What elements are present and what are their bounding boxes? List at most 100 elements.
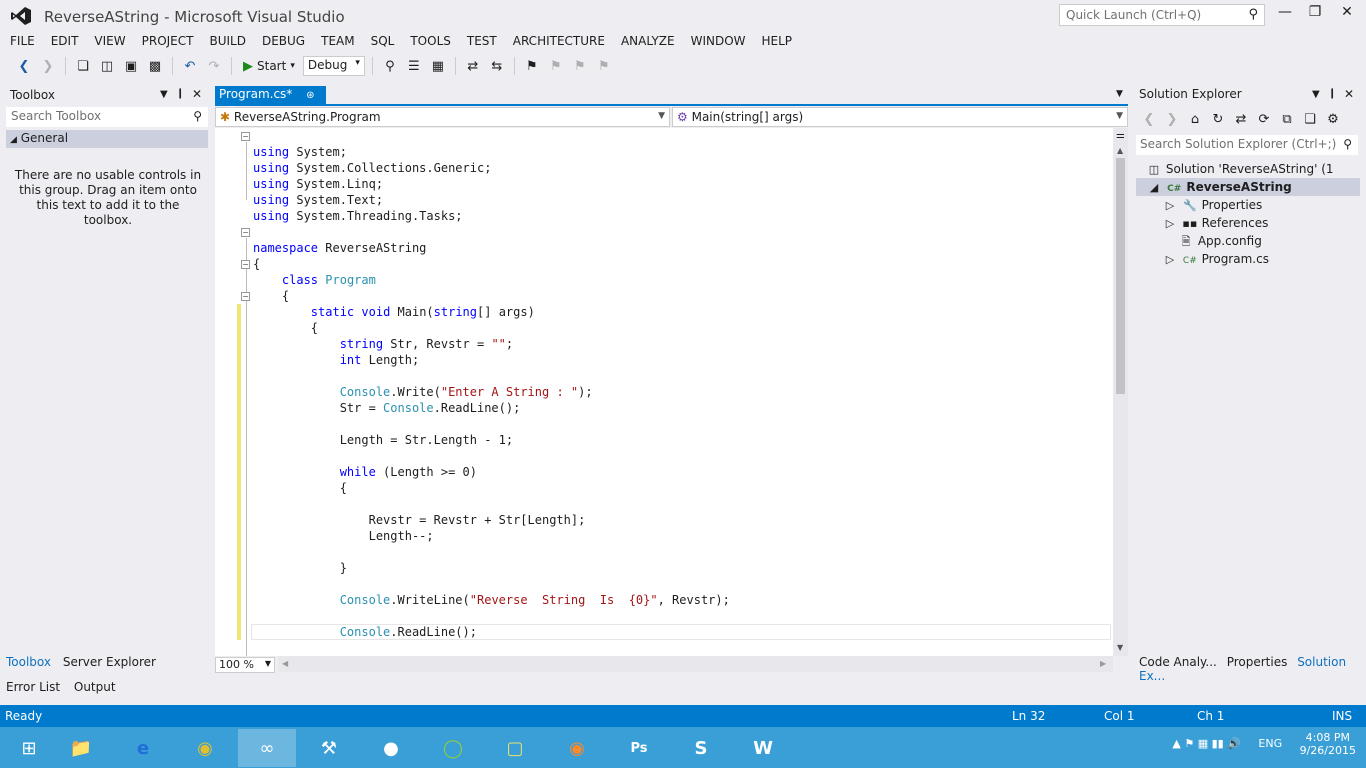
back-icon[interactable]: ❮: [1139, 109, 1159, 129]
tab-server-explorer[interactable]: Server Explorer: [63, 655, 156, 669]
open-file-icon[interactable]: ◫: [97, 56, 117, 76]
firefox-icon[interactable]: ◉: [548, 729, 606, 767]
close-icon[interactable]: ✕: [192, 87, 202, 101]
menu-analyze[interactable]: ANALYZE: [613, 32, 683, 50]
comment-icon[interactable]: ⇄: [463, 56, 483, 76]
dreamweaver-icon[interactable]: ◯: [424, 729, 482, 767]
input-language[interactable]: ENG: [1258, 737, 1282, 750]
word-icon[interactable]: W: [734, 729, 792, 767]
zoom-level-select[interactable]: 100 % ▼: [215, 657, 275, 673]
toolbox-group-general[interactable]: ◢ General: [6, 130, 208, 148]
redo-icon[interactable]: ↷: [204, 56, 224, 76]
menu-team[interactable]: TEAM: [313, 32, 362, 50]
scroll-right-icon[interactable]: ▶: [1100, 659, 1106, 668]
file-explorer-icon[interactable]: 📁: [52, 729, 110, 767]
pin-icon[interactable]: ❙: [176, 88, 184, 99]
minimize-button[interactable]: —: [1270, 4, 1300, 26]
undo-icon[interactable]: ↶: [180, 56, 200, 76]
quick-launch-input[interactable]: Quick Launch (Ctrl+Q) ⚲: [1059, 4, 1265, 26]
menu-window[interactable]: WINDOW: [683, 32, 754, 50]
forward-icon[interactable]: ❯: [38, 56, 58, 76]
code-editor[interactable]: − − − − using System; using System.Collec…: [215, 128, 1113, 656]
tab-error-list[interactable]: Error List: [6, 680, 60, 694]
sticky-notes-icon[interactable]: ▢: [486, 729, 544, 767]
chrome-icon[interactable]: ◉: [176, 729, 234, 767]
close-icon[interactable]: ✕: [1344, 87, 1354, 101]
menu-file[interactable]: FILE: [0, 32, 43, 50]
outline-collapse-icon[interactable]: −: [241, 260, 250, 269]
tree-item-references[interactable]: ▷ ▪▪ References: [1136, 214, 1360, 232]
tree-item-solution[interactable]: ◫ Solution 'ReverseAString' (1 project): [1136, 160, 1360, 195]
windows-start-icon[interactable]: ⊞: [0, 729, 58, 767]
save-icon[interactable]: ▣: [121, 56, 141, 76]
menu-debug[interactable]: DEBUG: [254, 32, 313, 50]
menu-test[interactable]: TEST: [459, 32, 505, 50]
new-project-icon[interactable]: ❏: [73, 56, 93, 76]
refresh-icon[interactable]: ⟳: [1254, 109, 1274, 129]
menu-help[interactable]: HELP: [754, 32, 801, 50]
restore-button[interactable]: ❐: [1300, 4, 1330, 26]
close-button[interactable]: ✕: [1332, 4, 1362, 26]
solution-explorer-search-input[interactable]: Search Solution Explorer (Ctrl+;) ⚲: [1136, 135, 1358, 155]
scroll-up-icon[interactable]: ▲: [1117, 146, 1123, 155]
menu-sql[interactable]: SQL: [363, 32, 403, 50]
member-navigation-dropdown[interactable]: ⚙ Main(string[] args) ▼: [672, 107, 1128, 127]
pin-icon[interactable]: ❙: [1328, 88, 1336, 99]
tab-toolbox[interactable]: Toolbox: [6, 655, 51, 669]
toolbox-search-input[interactable]: Search Toolbox ⚲: [6, 107, 208, 127]
tray-icons[interactable]: ▲ ⚑ ▦ ▮▮ 🔊: [1172, 737, 1241, 750]
vertical-scroll-thumb[interactable]: [1116, 158, 1125, 394]
pending-changes-icon[interactable]: ⇄: [1231, 109, 1251, 129]
menu-edit[interactable]: EDIT: [43, 32, 87, 50]
solution-explorer-icon[interactable]: ☰: [404, 56, 424, 76]
menu-architecture[interactable]: ARCHITECTURE: [505, 32, 613, 50]
type-navigation-dropdown[interactable]: ✱ ReverseAString.Program ▼: [215, 107, 670, 127]
clock-date[interactable]: 9/26/2015: [1300, 744, 1356, 757]
tree-item-properties[interactable]: ▷ 🔧 Properties: [1136, 196, 1360, 214]
tree-item-app-config[interactable]: 🗎 App.config: [1136, 232, 1360, 250]
menu-view[interactable]: VIEW: [86, 32, 133, 50]
split-editor-icon[interactable]: ⚌: [1116, 130, 1125, 141]
tab-properties[interactable]: Properties: [1227, 655, 1288, 669]
back-icon[interactable]: ❮: [14, 56, 34, 76]
next-bookmark-icon[interactable]: ⚑: [570, 56, 590, 76]
menu-project[interactable]: PROJECT: [134, 32, 202, 50]
tab-program-cs[interactable]: Program.cs* ⊛ ✕: [215, 86, 326, 115]
clear-bookmarks-icon[interactable]: ⚑: [594, 56, 614, 76]
properties-icon[interactable]: ⚙: [1323, 109, 1343, 129]
tree-item-project[interactable]: ◢ C# ReverseAString: [1136, 178, 1360, 196]
visual-studio-taskbar-icon[interactable]: ∞: [238, 729, 296, 767]
bookmark-icon[interactable]: ⚑: [522, 56, 542, 76]
solution-configuration-select[interactable]: Debug ▾: [302, 56, 365, 76]
pin-icon[interactable]: ⊛: [306, 90, 314, 101]
show-all-files-icon[interactable]: ❏: [1300, 109, 1320, 129]
properties-window-icon[interactable]: ▦: [428, 56, 448, 76]
tab-code-analysis[interactable]: Code Analy...: [1139, 655, 1217, 669]
outline-collapse-icon[interactable]: −: [241, 228, 250, 237]
apple-app-icon[interactable]: ●: [362, 729, 420, 767]
collapse-all-icon[interactable]: ⧉: [1277, 109, 1297, 129]
menu-build[interactable]: BUILD: [201, 32, 253, 50]
tree-item-program-cs[interactable]: ▷ C# Program.cs: [1136, 250, 1360, 268]
chevron-down-icon[interactable]: ▼: [160, 89, 168, 100]
skype-icon[interactable]: S: [672, 729, 730, 767]
scroll-left-icon[interactable]: ◀: [282, 659, 288, 668]
internet-explorer-icon[interactable]: e: [114, 729, 172, 767]
sync-icon[interactable]: ↻: [1208, 109, 1228, 129]
tools-icon[interactable]: ⚒: [300, 729, 358, 767]
scroll-down-icon[interactable]: ▼: [1117, 643, 1123, 652]
photoshop-icon[interactable]: Ps: [610, 729, 668, 767]
previous-bookmark-icon[interactable]: ⚑: [546, 56, 566, 76]
clock-time[interactable]: 4:08 PM: [1300, 731, 1356, 744]
uncomment-icon[interactable]: ⇆: [487, 56, 507, 76]
find-in-files-icon[interactable]: ⚲: [380, 56, 400, 76]
home-icon[interactable]: ⌂: [1185, 109, 1205, 129]
chevron-down-icon[interactable]: ▼: [1116, 89, 1123, 99]
outline-collapse-icon[interactable]: −: [241, 292, 250, 301]
tab-output[interactable]: Output: [74, 680, 116, 694]
chevron-down-icon[interactable]: ▼: [1312, 89, 1320, 100]
start-debugging-button[interactable]: ▶ Start ▾: [239, 59, 299, 74]
menu-tools[interactable]: TOOLS: [402, 32, 459, 50]
editor-horizontal-scrollbar[interactable]: [278, 656, 1113, 672]
outline-collapse-icon[interactable]: −: [241, 132, 250, 141]
